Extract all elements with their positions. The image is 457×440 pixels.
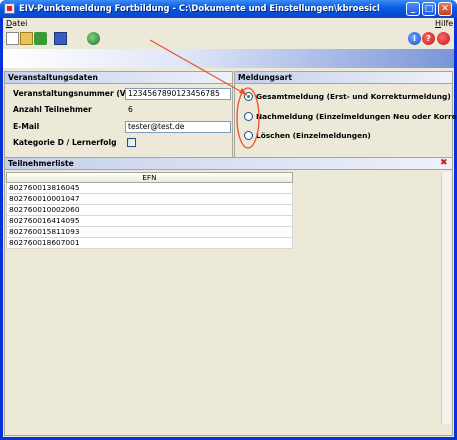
nachmeldung-label[interactable]: Nachmeldung (Einzelmeldungen Neu oder Ko… <box>256 112 457 121</box>
table-row[interactable]: 802760010001047 <box>6 194 293 205</box>
veranstaltungsdaten-panel: Veranstaltungsdaten Veranstaltungsnummer… <box>4 71 233 165</box>
minimize-button[interactable]: _ <box>406 2 420 16</box>
meldungsart-header: Meldungsart <box>235 72 452 84</box>
table-row[interactable]: 802760018607001 <box>6 238 293 249</box>
email-label: E-Mail <box>13 122 40 131</box>
kategorie-checkbox[interactable] <box>127 138 136 147</box>
vertical-scrollbar[interactable] <box>441 172 451 424</box>
table-row[interactable]: 802760016414095 <box>6 216 293 227</box>
radio-gesamtmeldung[interactable] <box>244 92 253 101</box>
resize-corner <box>441 424 451 434</box>
loeschen-label[interactable]: Löschen (Einzelmeldungen) <box>256 131 371 140</box>
veranstaltungsdaten-header: Veranstaltungsdaten <box>5 72 232 84</box>
vnr-input[interactable]: 1234567890123456785 <box>125 88 231 100</box>
download-icon[interactable] <box>34 32 47 45</box>
teilnehmer-label: Anzahl Teilnehmer <box>13 105 92 114</box>
save-icon[interactable] <box>54 32 67 45</box>
table-row[interactable]: 802760015811093 <box>6 227 293 238</box>
app-icon <box>4 3 15 14</box>
new-file-icon[interactable] <box>6 32 19 45</box>
stop-icon[interactable] <box>437 32 450 45</box>
window-title: EIV-Punktemeldung Fortbildung - C:\Dokum… <box>19 3 379 13</box>
menu-datei[interactable]: Datei <box>6 19 27 28</box>
client-area: Datei Hilfe i ? Veranstaltungsdaten Vera… <box>3 18 457 437</box>
table-row[interactable]: 802760010002060 <box>6 205 293 216</box>
kategorie-label: Kategorie D / Lernerfolg <box>13 138 117 147</box>
efn-table: EFN 802760013816045 802760010001047 8027… <box>6 172 293 249</box>
vnr-label: Veranstaltungsnummer (VNR) <box>13 89 142 98</box>
remove-icon[interactable]: ✖ <box>440 159 449 168</box>
help-icon[interactable]: ? <box>422 32 435 45</box>
open-folder-icon[interactable] <box>20 32 33 45</box>
close-button[interactable]: ✕ <box>438 2 452 16</box>
header-banner <box>3 49 454 68</box>
radio-loeschen[interactable] <box>244 131 253 140</box>
email-input[interactable]: tester@test.de <box>125 121 231 133</box>
efn-column-header[interactable]: EFN <box>6 172 293 183</box>
title-bar[interactable]: EIV-Punktemeldung Fortbildung - C:\Dokum… <box>0 0 457 18</box>
teilnehmer-count: 6 <box>125 104 231 116</box>
maximize-button[interactable]: □ <box>422 2 436 16</box>
globe-icon[interactable] <box>87 32 100 45</box>
toolbar: i ? <box>3 31 454 47</box>
radio-nachmeldung[interactable] <box>244 112 253 121</box>
meldungsart-panel: Meldungsart Gesamtmeldung (Erst- und Kor… <box>234 71 457 165</box>
teilnehmerliste-header: Teilnehmerliste <box>5 158 452 170</box>
menu-bar: Datei Hilfe <box>3 18 454 30</box>
application-window: EIV-Punktemeldung Fortbildung - C:\Dokum… <box>0 0 457 440</box>
table-row[interactable]: 802760013816045 <box>6 183 293 194</box>
gesamtmeldung-label[interactable]: Gesamtmeldung (Erst- und Korrekturmeldun… <box>256 92 451 101</box>
teilnehmerliste-panel: Teilnehmerliste ✖ EFN 802760013816045 80… <box>4 157 453 436</box>
menu-hilfe[interactable]: Hilfe <box>435 19 453 28</box>
info-icon[interactable]: i <box>408 32 421 45</box>
